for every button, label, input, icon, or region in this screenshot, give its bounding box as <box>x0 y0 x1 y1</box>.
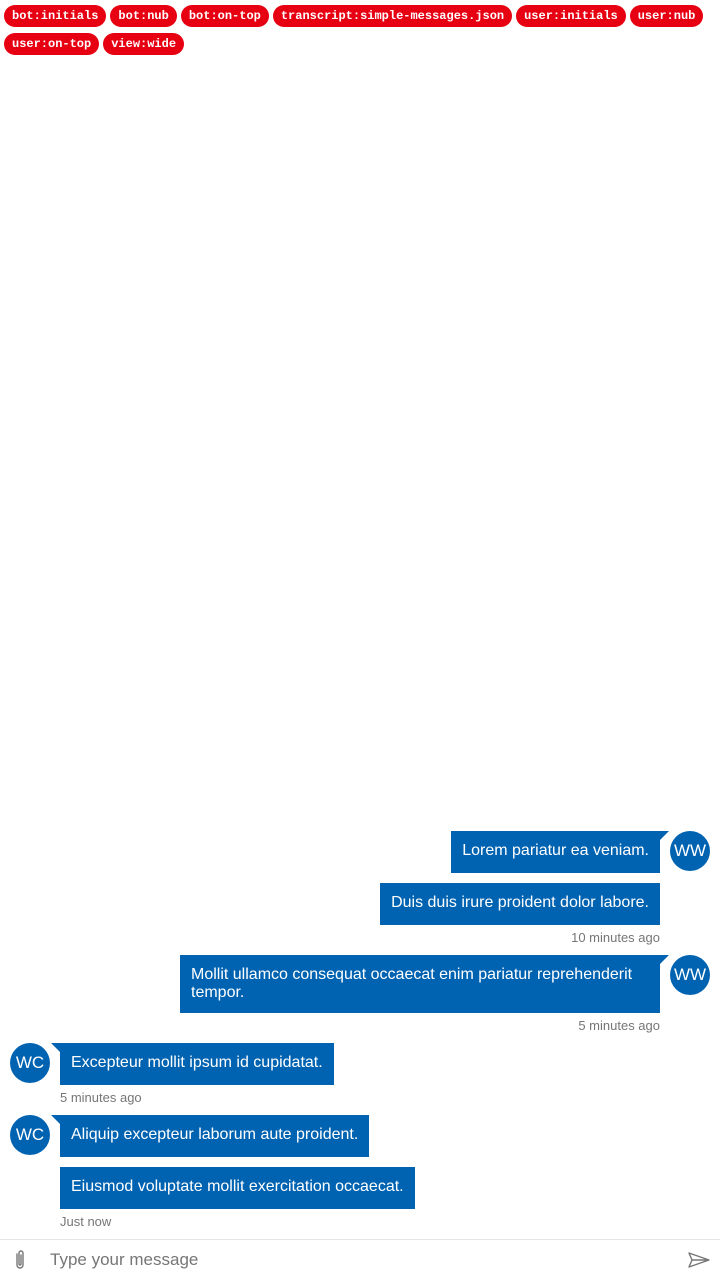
message-timestamp: 10 minutes ago <box>571 930 660 945</box>
message-input[interactable] <box>40 1240 670 1280</box>
send-box <box>0 1239 720 1280</box>
bot-message-bubble: Eiusmod voluptate mollit exercitation oc… <box>60 1167 415 1209</box>
paperclip-icon[interactable] <box>8 1248 32 1272</box>
tag-pill: user:on-top <box>4 33 100 55</box>
user-avatar: WW <box>670 955 710 995</box>
tag-list: bot:initials bot:nub bot:on-top transcri… <box>4 5 716 55</box>
webchat-page: WW Lorem pariatur ea veniam. Duis duis i… <box>0 0 720 1280</box>
tag-pill: transcript:simple-messages.json <box>272 5 513 27</box>
tag-pill: bot:nub <box>110 5 177 27</box>
message-timestamp: 5 minutes ago <box>578 1018 660 1033</box>
tag-pill: view:wide <box>103 33 185 55</box>
user-message-bubble: Duis duis irure proident dolor labore. <box>380 883 660 925</box>
user-message-bubble: Mollit ullamco consequat occaecat enim p… <box>180 955 660 1013</box>
tag-pill: bot:on-top <box>180 5 269 27</box>
send-icon[interactable] <box>686 1248 712 1272</box>
message-timestamp: 5 minutes ago <box>60 1090 142 1105</box>
bot-message-bubble: Aliquip excepteur laborum aute proident. <box>50 1115 370 1157</box>
user-message-bubble: Lorem pariatur ea veniam. <box>451 831 660 873</box>
bot-message-bubble: Excepteur mollit ipsum id cupidatat. <box>51 1043 334 1085</box>
transcript: WW Lorem pariatur ea veniam. Duis duis i… <box>0 0 720 1240</box>
user-avatar: WW <box>670 831 710 871</box>
tag-pill: user:initials <box>516 5 626 27</box>
bot-avatar: WC <box>10 1115 50 1155</box>
tag-pill: bot:initials <box>4 5 107 27</box>
bot-avatar: WC <box>10 1043 50 1083</box>
message-timestamp: Just now <box>60 1214 112 1229</box>
tag-pill: user:nub <box>629 5 704 27</box>
